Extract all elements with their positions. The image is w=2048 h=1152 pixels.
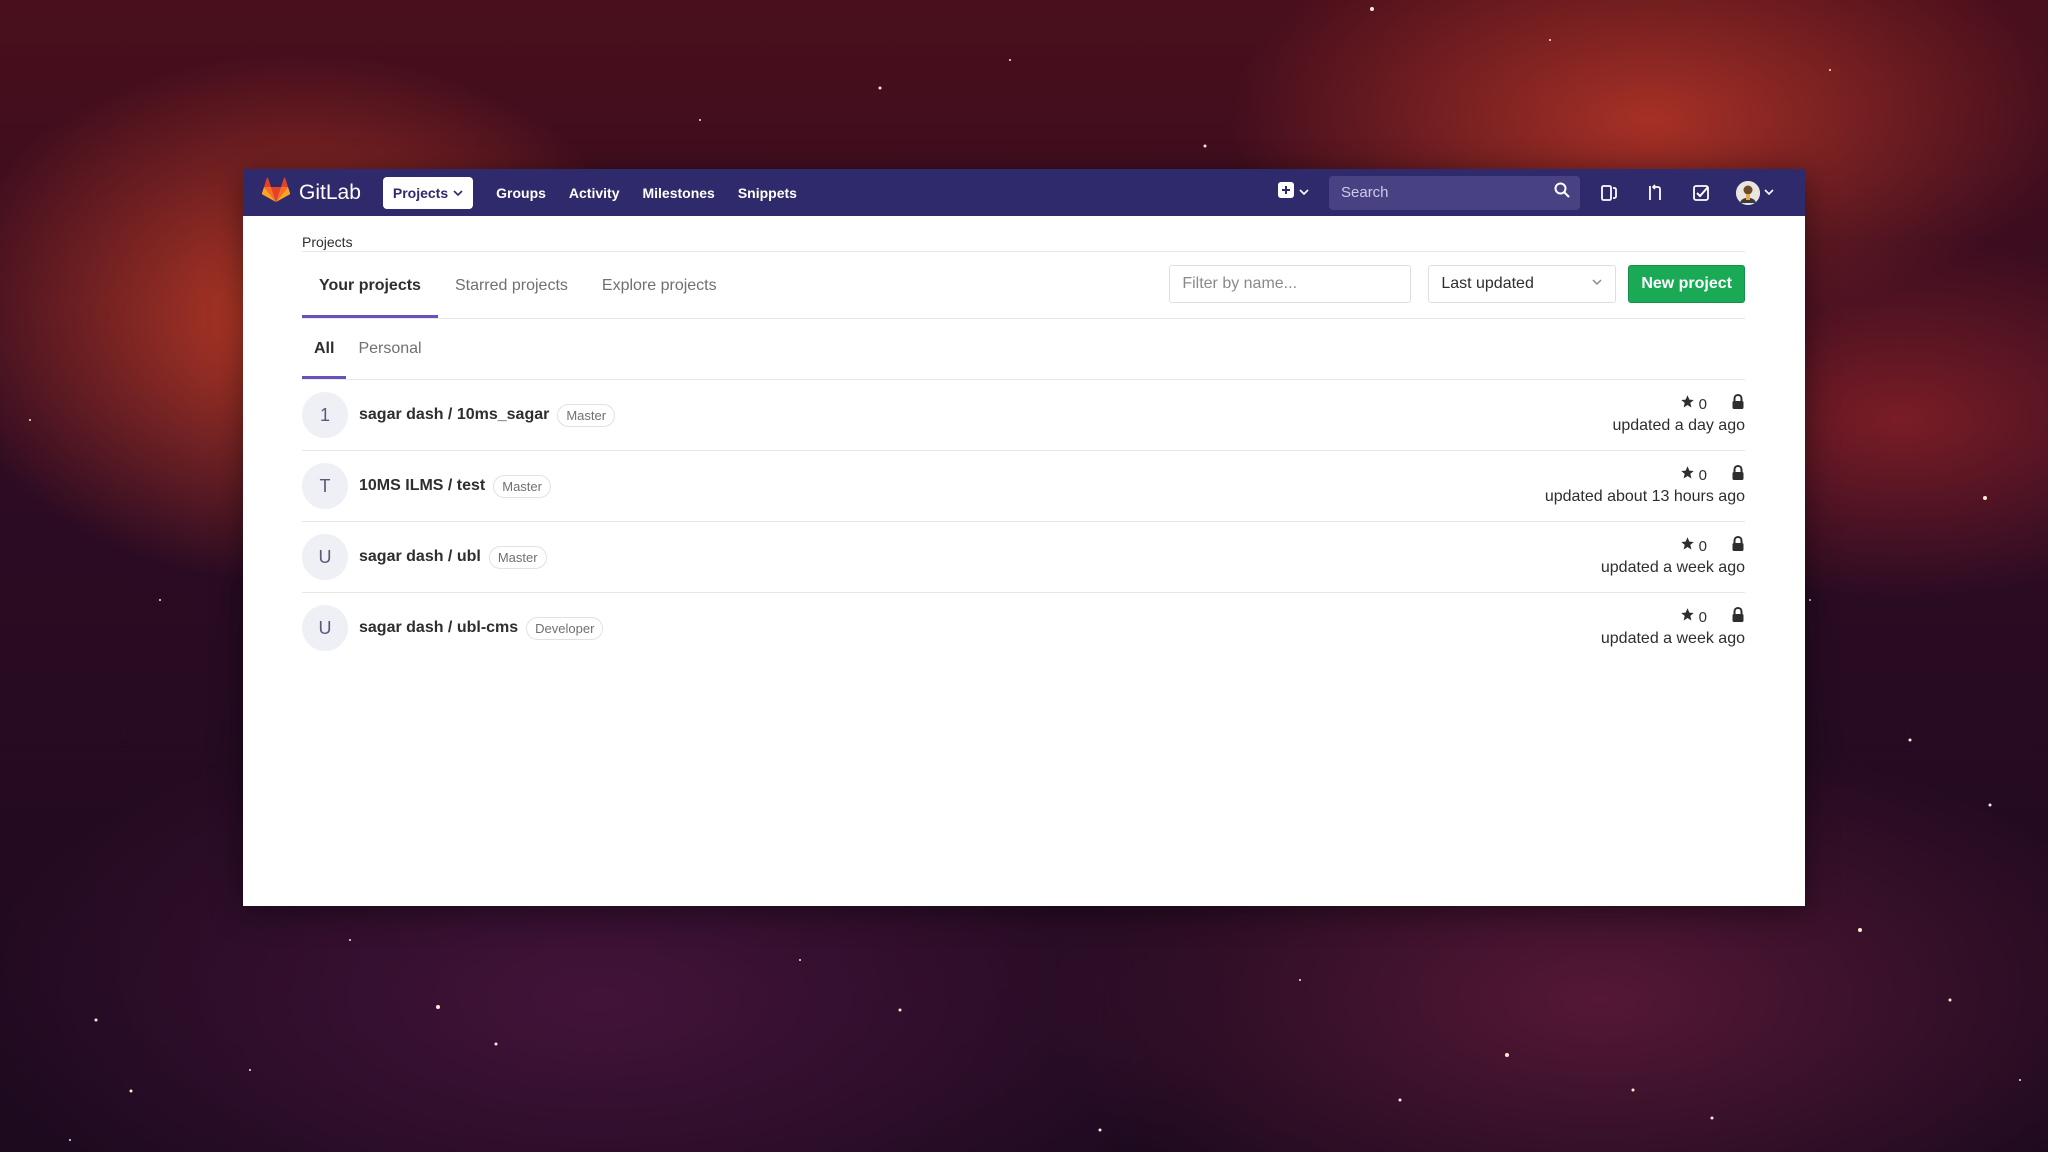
breadcrumb-projects-link[interactable]: Projects [302, 234, 353, 250]
tab-your-projects[interactable]: Your projects [302, 277, 438, 318]
project-avatar[interactable]: T [302, 463, 348, 509]
search-box[interactable] [1329, 175, 1580, 210]
star-icon [1680, 394, 1695, 414]
project-avatar[interactable]: U [302, 534, 348, 580]
nav-activity-link[interactable]: Activity [569, 185, 620, 201]
access-level-badge: Developer [526, 616, 604, 640]
projects-toolbar: Your projects Starred projects Explore p… [302, 252, 1745, 319]
tab-starred-projects[interactable]: Starred projects [438, 277, 585, 318]
subtab-all[interactable]: All [302, 340, 347, 379]
access-level-badge: Master [557, 403, 616, 427]
access-level-badge: Master [488, 545, 547, 569]
nav-milestones-link[interactable]: Milestones [642, 185, 714, 201]
chevron-down-icon [1299, 184, 1309, 202]
star-icon [1680, 607, 1695, 627]
updated-timestamp: updated a day ago [1612, 417, 1745, 434]
sort-dropdown[interactable]: Last updated [1428, 265, 1617, 303]
star-icon [1680, 536, 1695, 556]
updated-timestamp: updated a week ago [1600, 630, 1745, 647]
project-name-link[interactable]: sagar dash / ubl-cms [359, 619, 518, 637]
chevron-down-icon [1591, 275, 1603, 293]
updated-timestamp: updated a week ago [1600, 559, 1745, 576]
breadcrumb: Projects [302, 216, 1745, 252]
project-name-link[interactable]: 10MS ILMS / test [359, 477, 485, 495]
nav-snippets-link[interactable]: Snippets [738, 185, 797, 201]
search-icon[interactable] [1554, 182, 1570, 203]
project-subtabs: All Personal [302, 319, 1745, 380]
lock-icon [1731, 393, 1745, 415]
project-name-link[interactable]: sagar dash / 10ms_sagar [359, 406, 549, 424]
lock-icon [1731, 464, 1745, 486]
star-count[interactable]: 0 [1699, 396, 1707, 413]
user-avatar [1736, 180, 1760, 205]
gitlab-brand[interactable]: GitLab [261, 177, 361, 208]
main-content: Projects Your projects Starred projects … [302, 216, 1745, 663]
project-name-link[interactable]: sagar dash / ubl [359, 548, 481, 566]
lock-icon [1731, 535, 1745, 557]
updated-timestamp: updated about 13 hours ago [1544, 488, 1745, 505]
project-row[interactable]: U sagar dash / ubl Master 0 updated a we… [302, 522, 1745, 593]
tab-explore-projects[interactable]: Explore projects [585, 277, 734, 318]
issues-icon[interactable] [1598, 182, 1620, 204]
chevron-down-icon [453, 185, 463, 201]
star-count[interactable]: 0 [1699, 609, 1707, 626]
nav-groups-link[interactable]: Groups [496, 185, 546, 201]
project-avatar[interactable]: U [302, 605, 348, 651]
search-input[interactable] [1339, 183, 1554, 202]
star-count[interactable]: 0 [1699, 538, 1707, 555]
projects-list: 1 sagar dash / 10ms_sagar Master 0 updat… [302, 380, 1745, 663]
todo-check-icon[interactable] [1690, 182, 1712, 204]
star-icon [1680, 465, 1695, 485]
project-row[interactable]: U sagar dash / ubl-cms Developer 0 updat… [302, 593, 1745, 663]
browser-window: GitLab Projects Groups Activity Mileston… [243, 169, 1805, 906]
gitlab-tanuki-icon [261, 177, 291, 208]
sort-selected-label: Last updated [1441, 275, 1534, 292]
project-avatar[interactable]: 1 [302, 392, 348, 438]
lock-icon [1731, 606, 1745, 628]
access-level-badge: Master [493, 474, 551, 498]
project-row[interactable]: T 10MS ILMS / test Master 0 updated abou… [302, 451, 1745, 522]
new-item-dropdown[interactable] [1277, 181, 1309, 204]
user-menu-dropdown[interactable] [1736, 180, 1774, 205]
filter-by-name-input[interactable] [1169, 265, 1412, 303]
new-project-button[interactable]: New project [1628, 265, 1745, 303]
plus-square-icon [1277, 181, 1295, 204]
nav-projects-dropdown[interactable]: Projects [382, 176, 474, 209]
merge-request-icon[interactable] [1644, 182, 1666, 204]
gitlab-wordmark: GitLab [299, 180, 361, 204]
project-row[interactable]: 1 sagar dash / 10ms_sagar Master 0 updat… [302, 380, 1745, 451]
star-count[interactable]: 0 [1699, 467, 1707, 484]
nav-projects-label: Projects [392, 184, 449, 201]
top-navbar: GitLab Projects Groups Activity Mileston… [243, 169, 1805, 216]
project-tabs: Your projects Starred projects Explore p… [302, 252, 734, 318]
subtab-personal[interactable]: Personal [346, 340, 433, 379]
chevron-down-icon [1764, 184, 1774, 202]
